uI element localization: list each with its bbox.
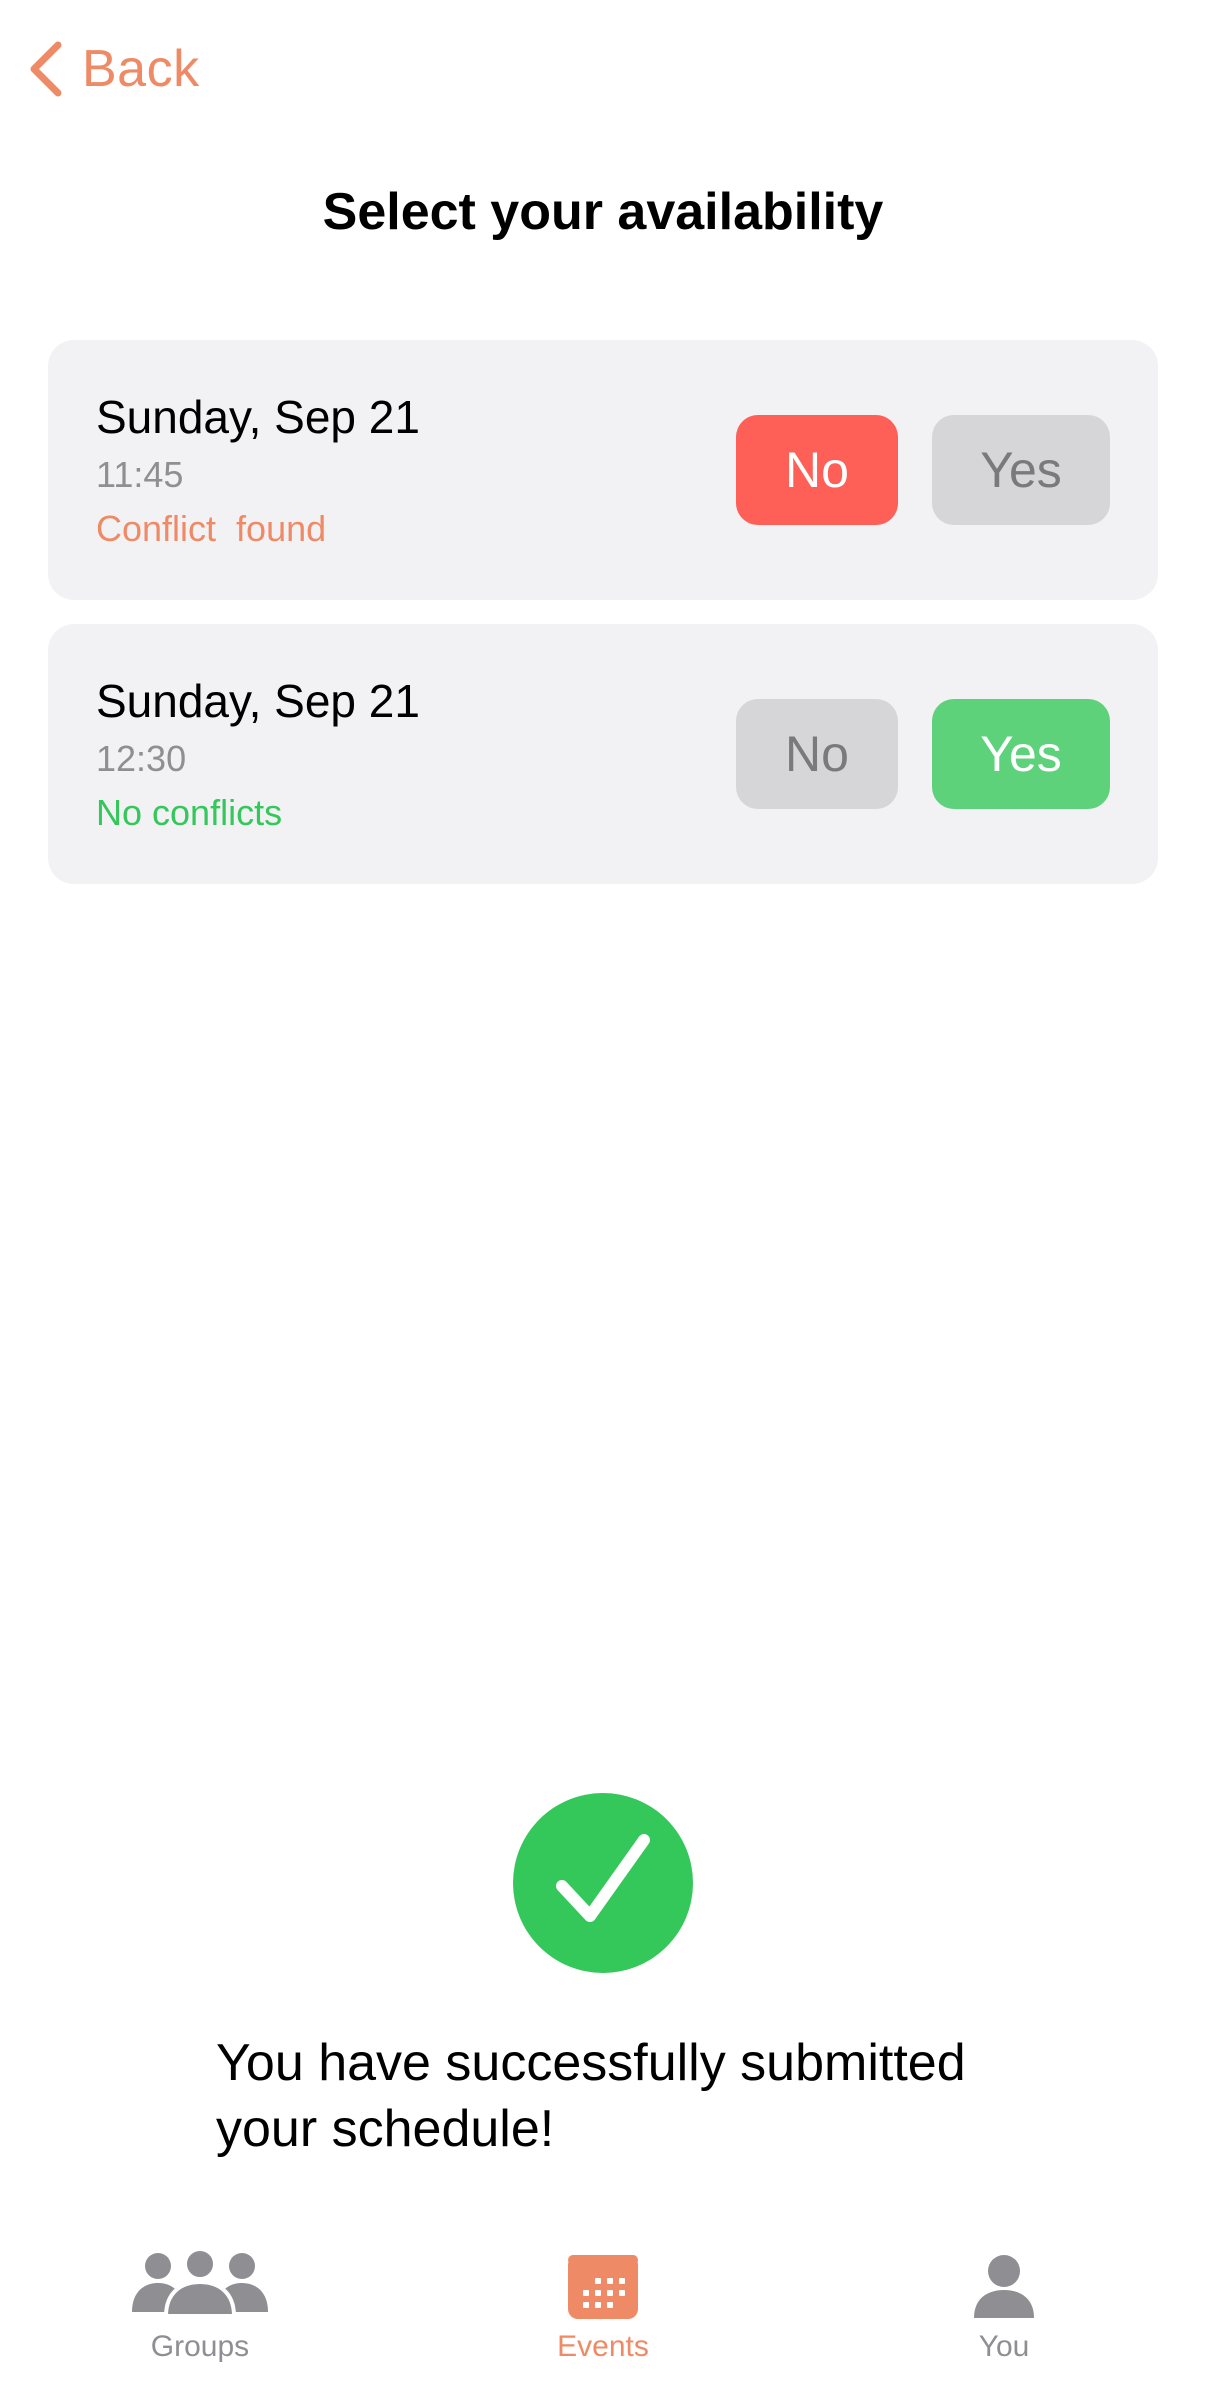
checkmark-circle-icon [513,1793,693,1973]
success-message: You have successfully submitted your sch… [216,2034,966,2158]
availability-card: Sunday, Sep 21 12:30 No conflicts No Yes [48,624,1158,884]
no-button[interactable]: No [736,415,898,525]
availability-card: Sunday, Sep 21 11:45 Conflict found No Y… [48,340,1158,600]
yes-button[interactable]: Yes [932,699,1110,809]
slot-time: 11:45 [96,454,184,495]
person-icon [884,2230,1124,2320]
tab-you[interactable]: You [884,2230,1124,2380]
no-button[interactable]: No [736,699,898,809]
tab-events[interactable]: Events [483,2230,723,2380]
groups-icon [80,2230,320,2320]
screen: Back Select your availability Sunday, Se… [0,0,1206,2400]
slot-time: 12:30 [96,738,187,779]
yes-button[interactable]: Yes [932,415,1110,525]
calendar-icon [483,2230,723,2320]
chevron-left-icon [30,41,62,97]
slot-date: Sunday, Sep 21 [96,675,420,727]
checkmark-icon [556,1834,650,1922]
back-button[interactable]: Back [26,36,200,102]
back-label: Back [82,40,200,98]
page-title: Select your availability [322,183,884,241]
tab-groups[interactable]: Groups [80,2230,320,2380]
slot-status: No conflicts [96,792,283,833]
slot-status: Conflict found [96,508,327,549]
tab-label: Groups [150,2330,250,2363]
tab-bar: Groups Events You [0,2220,1206,2400]
slot-date: Sunday, Sep 21 [96,391,420,443]
tab-label: You [978,2330,1030,2363]
tab-label: Events [557,2330,649,2363]
